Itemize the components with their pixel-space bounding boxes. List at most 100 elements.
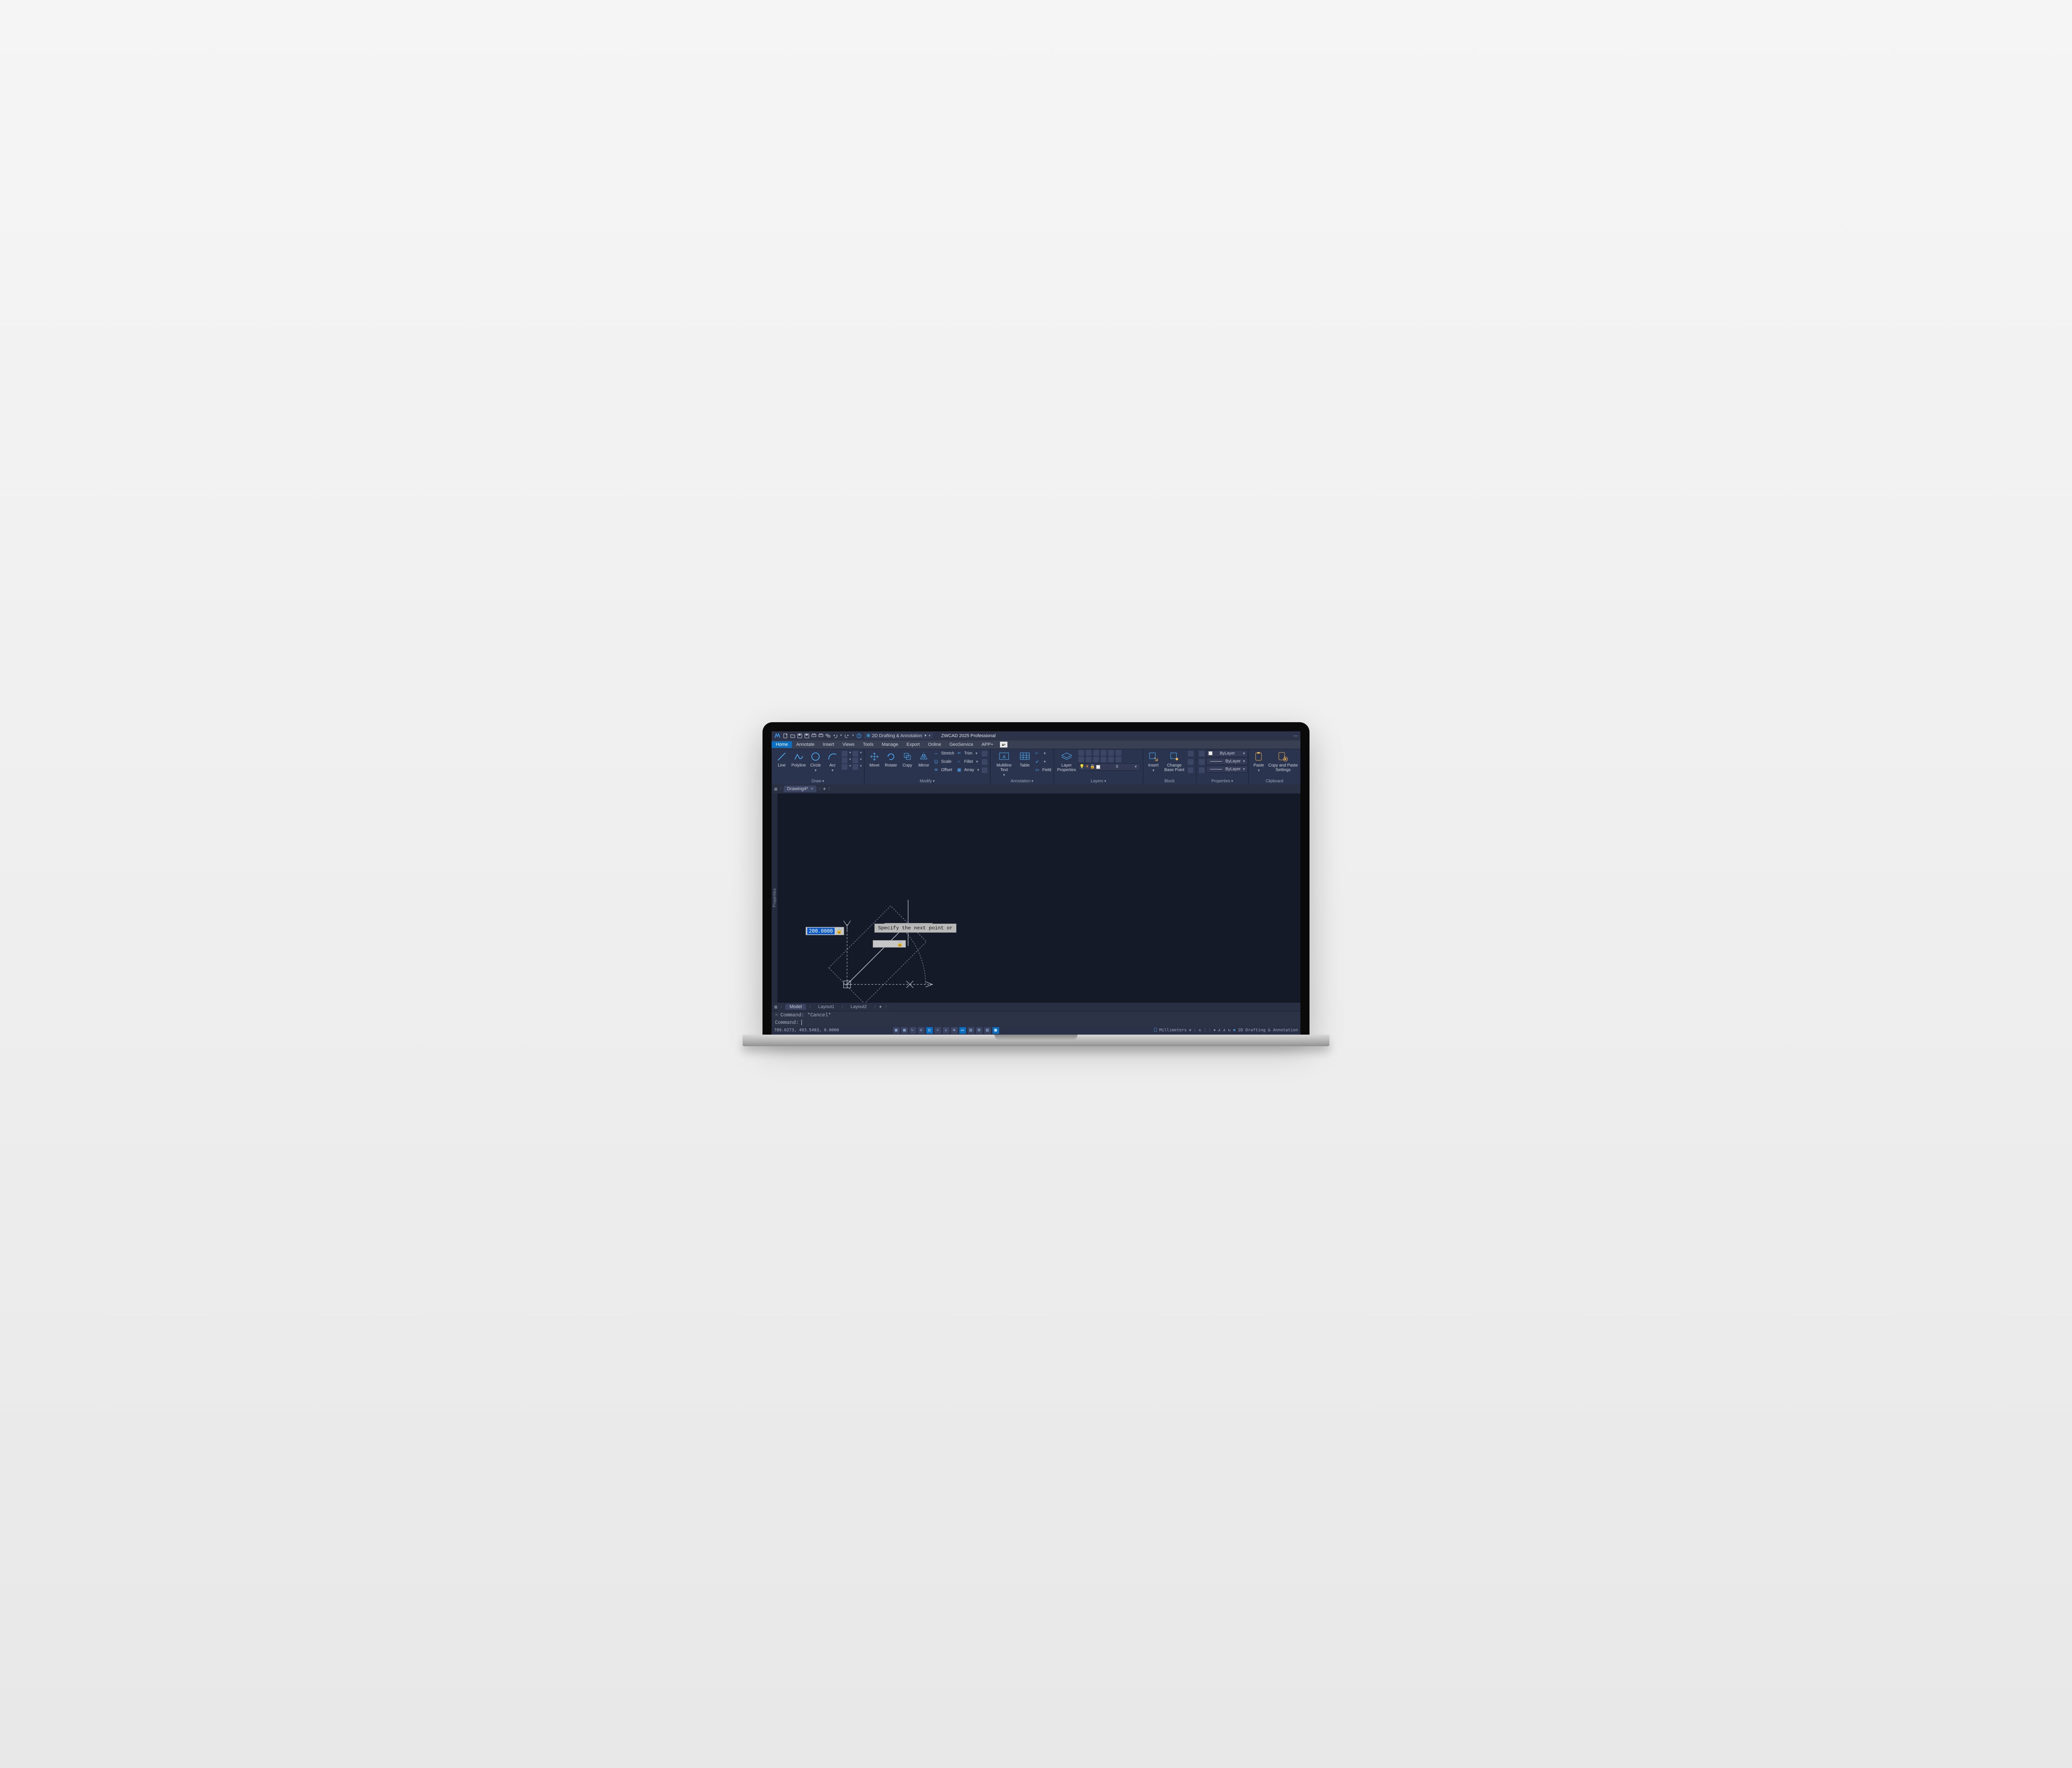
arc-button[interactable]: Arc ▼ [825,750,840,772]
model-tab[interactable]: Model [785,1004,806,1010]
tab-online[interactable]: Online [924,741,945,748]
snap-toggle[interactable]: ▦ [901,1027,908,1034]
layer-tool-icon[interactable] [1078,750,1084,756]
command-input[interactable]: Command: [772,1019,1300,1026]
close-icon[interactable]: × [811,786,813,791]
plotpreview-icon[interactable] [818,733,823,738]
matchprop-icon[interactable] [1199,751,1205,757]
polar-toggle[interactable]: ⊙ [918,1027,925,1034]
anno-toggle[interactable]: ⊞ [976,1027,983,1034]
layer-tool-icon[interactable] [1116,750,1121,756]
refresh-icon[interactable]: ↻ [1228,1028,1230,1033]
tab-manage[interactable]: Manage [878,741,903,748]
otrack-toggle[interactable]: ∠ [934,1027,941,1034]
tab-tools[interactable]: Tools [859,741,878,748]
copy-button[interactable]: Copy [900,750,915,768]
transparency-toggle[interactable]: ▥ [984,1027,991,1034]
panel-title-annotation[interactable]: Annotation [1011,779,1034,784]
properties-panel-rail[interactable]: Properties [772,793,777,1003]
qp-toggle[interactable]: ▦ [992,1027,999,1034]
screens-icon[interactable] [825,733,830,738]
layer-tool-icon[interactable] [1101,757,1106,762]
polyline-button[interactable]: Polyline [791,750,806,768]
hatch-icon[interactable] [852,757,858,763]
layer-tool-icon[interactable] [1086,750,1092,756]
move-button[interactable]: Move [867,750,882,768]
undo-dropdown-icon[interactable]: ▼ [840,734,842,737]
close-icon[interactable]: × [775,1012,778,1018]
cycle-toggle[interactable]: ▤ [968,1027,974,1034]
block-tool-icon[interactable] [1188,767,1193,773]
line-button[interactable]: Line [774,750,789,768]
chevron-down-icon[interactable]: ▼ [1189,1028,1191,1032]
save-icon[interactable] [797,733,802,738]
minimize-button[interactable]: — [1293,733,1298,738]
hamburger-icon[interactable]: ≡ [774,1004,777,1010]
list-icon[interactable] [1199,759,1205,765]
saveas-icon[interactable] [804,733,809,738]
open-icon[interactable] [790,733,795,738]
chevron-down-icon[interactable]: ▼ [1214,1028,1216,1032]
ellipse-icon[interactable] [842,757,847,763]
isoplane-icon[interactable]: ⋏ [1198,1028,1201,1033]
layout2-tab[interactable]: Layout2 [846,1004,871,1010]
paste-button[interactable]: Paste ▼ [1251,750,1267,772]
units-label[interactable]: Millimeters [1159,1028,1186,1033]
undo-icon[interactable] [833,733,838,738]
offset-button[interactable]: ≋Offset [933,767,954,774]
table-button[interactable]: Table [1017,750,1032,768]
new-icon[interactable] [783,733,788,738]
dynamic-angle-input[interactable]: 45° 🔒 [873,940,906,948]
layer-combo[interactable]: 💡 ☀ 🔒 0 ▼ [1078,763,1140,771]
layer-tool-icon[interactable] [1093,750,1099,756]
layout1-tab[interactable]: Layout1 [814,1004,838,1010]
person-icon[interactable]: ⋏ [1223,1028,1225,1033]
tab-insert[interactable]: Insert [818,741,838,748]
panel-title-properties[interactable]: Properties [1211,779,1233,784]
linetype-combo[interactable]: ByLayer ▼ [1206,766,1248,773]
scale-button[interactable]: ◱Scale [933,758,954,766]
ortho-toggle[interactable]: ∟ [910,1027,916,1034]
tab-home[interactable]: Home [772,741,792,748]
panel-title-modify[interactable]: Modify [920,779,934,784]
ribbon-help-button[interactable]: ▴▾ [1000,742,1007,747]
add-layout-button[interactable]: + [879,1004,882,1010]
model-toggle[interactable]: ▭ [959,1027,966,1034]
spline-icon[interactable] [852,751,858,757]
layer-tool-icon[interactable] [1108,757,1114,762]
layer-tool-icon[interactable] [1086,757,1092,762]
mtext-button[interactable]: A Multiline Text ▼ [993,750,1016,777]
extend-icon[interactable] [982,767,988,773]
units-icon[interactable]: ⎕ [1154,1028,1157,1033]
panel-title-draw[interactable]: Draw [812,779,824,784]
tab-views[interactable]: Views [838,741,859,748]
mirror-button[interactable]: Mirror [916,750,931,768]
change-basepoint-button[interactable]: Change Base Point [1163,750,1186,772]
grid-toggle[interactable]: ▦ [893,1027,900,1034]
hamburger-icon[interactable]: ≡ [774,786,777,792]
field-button[interactable]: ▭Field [1034,767,1051,774]
rotate-button[interactable]: Rotate [884,750,898,768]
redo-icon[interactable] [845,733,850,738]
copypaste-settings-button[interactable]: Copy and Paste Settings [1268,750,1298,772]
layer-tool-icon[interactable] [1116,757,1121,762]
insert-block-button[interactable]: Insert ▼ [1146,750,1161,772]
lwt-toggle[interactable]: ≡ [951,1027,958,1034]
workspace-status-label[interactable]: 2D Drafting & Annotation [1238,1028,1298,1033]
fillet-button[interactable]: ⌐Fillet▼ [956,758,980,766]
stretch-button[interactable]: ⇔Stretch [933,750,954,757]
dim-icon[interactable]: ⊢ [1034,750,1041,757]
prop-icon[interactable] [1199,767,1205,773]
drawing-canvas[interactable]: 200.0000 🔒 Specify the next point or 45°… [777,793,1300,1003]
block-tool-icon[interactable] [1188,759,1193,765]
document-tab[interactable]: Drawing4* × [784,786,816,792]
redo-dropdown-icon[interactable]: ▼ [852,734,854,737]
layer-properties-button[interactable]: Layer Properties [1057,750,1077,772]
tab-annotate[interactable]: Annotate [792,741,818,748]
layer-tool-icon[interactable] [1093,757,1099,762]
explode-icon[interactable] [982,751,988,757]
add-tab-button[interactable]: + [823,786,826,792]
dyn-toggle[interactable]: ⎀ [943,1027,949,1034]
help-icon[interactable]: ? [857,733,862,738]
panel-title-layers[interactable]: Layers [1091,779,1106,784]
